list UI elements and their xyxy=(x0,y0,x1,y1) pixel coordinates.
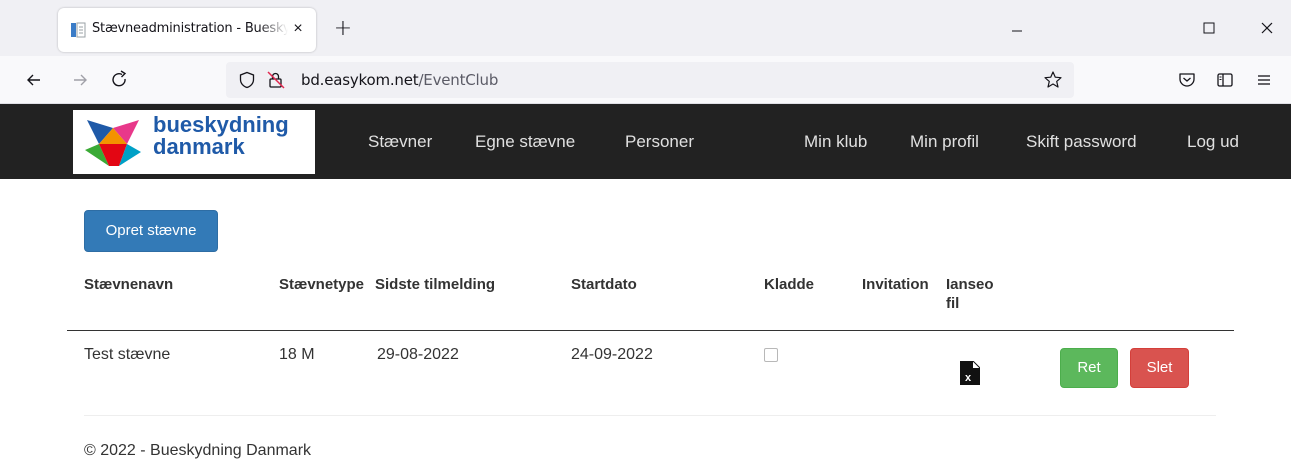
nav-link-staevner[interactable]: Stævner xyxy=(368,132,432,152)
hamburger-menu-icon xyxy=(1258,75,1270,85)
nav-link-log-ud[interactable]: Log ud xyxy=(1187,132,1239,152)
tab-title: Stævneadministration - Bueskydning Danma… xyxy=(92,21,288,36)
pocket-icon xyxy=(1179,73,1195,87)
draft-checkbox[interactable] xyxy=(764,348,778,362)
maximize-button[interactable] xyxy=(1195,14,1223,42)
footer-divider xyxy=(84,415,1216,416)
url-path: /EventClub xyxy=(418,71,499,89)
browser-tab[interactable]: Stævneadministration - Bueskydning Danma… xyxy=(58,8,316,52)
tab-close-icon[interactable]: × xyxy=(288,19,308,39)
menu-button[interactable] xyxy=(1250,66,1278,94)
footer-copyright: © 2022 - Bueskydning Danmark xyxy=(84,442,312,459)
close-window-button[interactable] xyxy=(1253,14,1281,42)
minimize-icon xyxy=(1012,30,1022,32)
column-header-ianseo: Ianseo fil xyxy=(946,275,994,313)
logo-mark-icon xyxy=(85,120,141,166)
close-icon xyxy=(1261,22,1273,34)
shield-icon[interactable] xyxy=(238,71,256,89)
edit-button[interactable]: Ret xyxy=(1060,348,1118,388)
reload-button[interactable] xyxy=(106,66,134,94)
minimize-button[interactable] xyxy=(1003,14,1031,42)
delete-button[interactable]: Slet xyxy=(1130,348,1189,388)
new-tab-button[interactable]: + xyxy=(331,18,355,42)
cell-type: 18 M xyxy=(279,346,315,363)
url-text[interactable]: bd.easykom.net/EventClub xyxy=(301,71,498,89)
reader-view-button[interactable] xyxy=(1211,66,1239,94)
nav-link-egne-staevne[interactable]: Egne stævne xyxy=(475,132,575,152)
svg-text:x: x xyxy=(965,372,972,384)
nav-link-min-profil[interactable]: Min profil xyxy=(910,132,979,152)
column-header-ianseo-line-2: fil xyxy=(946,295,960,312)
pocket-button[interactable] xyxy=(1173,66,1201,94)
reload-icon xyxy=(112,70,127,87)
nav-link-personer[interactable]: Personer xyxy=(625,132,694,152)
insecure-lock-icon[interactable] xyxy=(266,70,286,90)
bookmark-star-icon[interactable] xyxy=(1043,70,1063,90)
column-header-invitation: Invitation xyxy=(862,276,929,293)
column-header-deadline: Sidste tilmelding xyxy=(375,276,496,293)
logo-line-1: bueskydning xyxy=(153,112,289,137)
document-icon xyxy=(71,22,86,38)
excel-file-icon[interactable]: x xyxy=(960,361,980,385)
url-domain: bd.easykom.net xyxy=(301,71,419,89)
forward-button[interactable] xyxy=(66,66,94,94)
forward-arrow-icon xyxy=(74,74,87,86)
sidebar-icon xyxy=(1217,73,1233,87)
table-header-divider xyxy=(67,330,1234,331)
cell-deadline: 29-08-2022 xyxy=(377,346,459,363)
column-header-start: Startdato xyxy=(571,276,637,293)
site-logo[interactable]: bueskydning danmark xyxy=(73,110,315,174)
tab-strip: Stævneadministration - Bueskydning Danma… xyxy=(0,0,1291,56)
url-bar[interactable]: bd.easykom.net/EventClub xyxy=(226,62,1074,98)
column-header-ianseo-line-1: Ianseo xyxy=(946,276,994,293)
create-event-button[interactable]: Opret stævne xyxy=(84,210,218,252)
site-navbar: bueskydning danmark Stævner Egne stævne … xyxy=(0,104,1291,179)
cell-start: 24-09-2022 xyxy=(571,346,653,363)
column-header-name: Stævnenavn xyxy=(84,276,174,293)
column-header-type: Stævnetype xyxy=(279,276,365,293)
nav-link-skift-password[interactable]: Skift password xyxy=(1026,132,1137,152)
column-header-draft: Kladde xyxy=(764,276,815,293)
cell-name: Test stævne xyxy=(84,346,171,363)
maximize-icon xyxy=(1203,22,1215,34)
logo-line-2: danmark xyxy=(153,134,245,159)
nav-link-min-klub[interactable]: Min klub xyxy=(804,132,867,152)
back-button[interactable] xyxy=(20,66,48,94)
navigation-toolbar: bd.easykom.net/EventClub xyxy=(0,56,1291,104)
logo-wordmark: bueskydning danmark xyxy=(153,114,289,158)
back-arrow-icon xyxy=(27,74,40,86)
browser-window: Stævneadministration - Bueskydning Danma… xyxy=(0,0,1291,461)
